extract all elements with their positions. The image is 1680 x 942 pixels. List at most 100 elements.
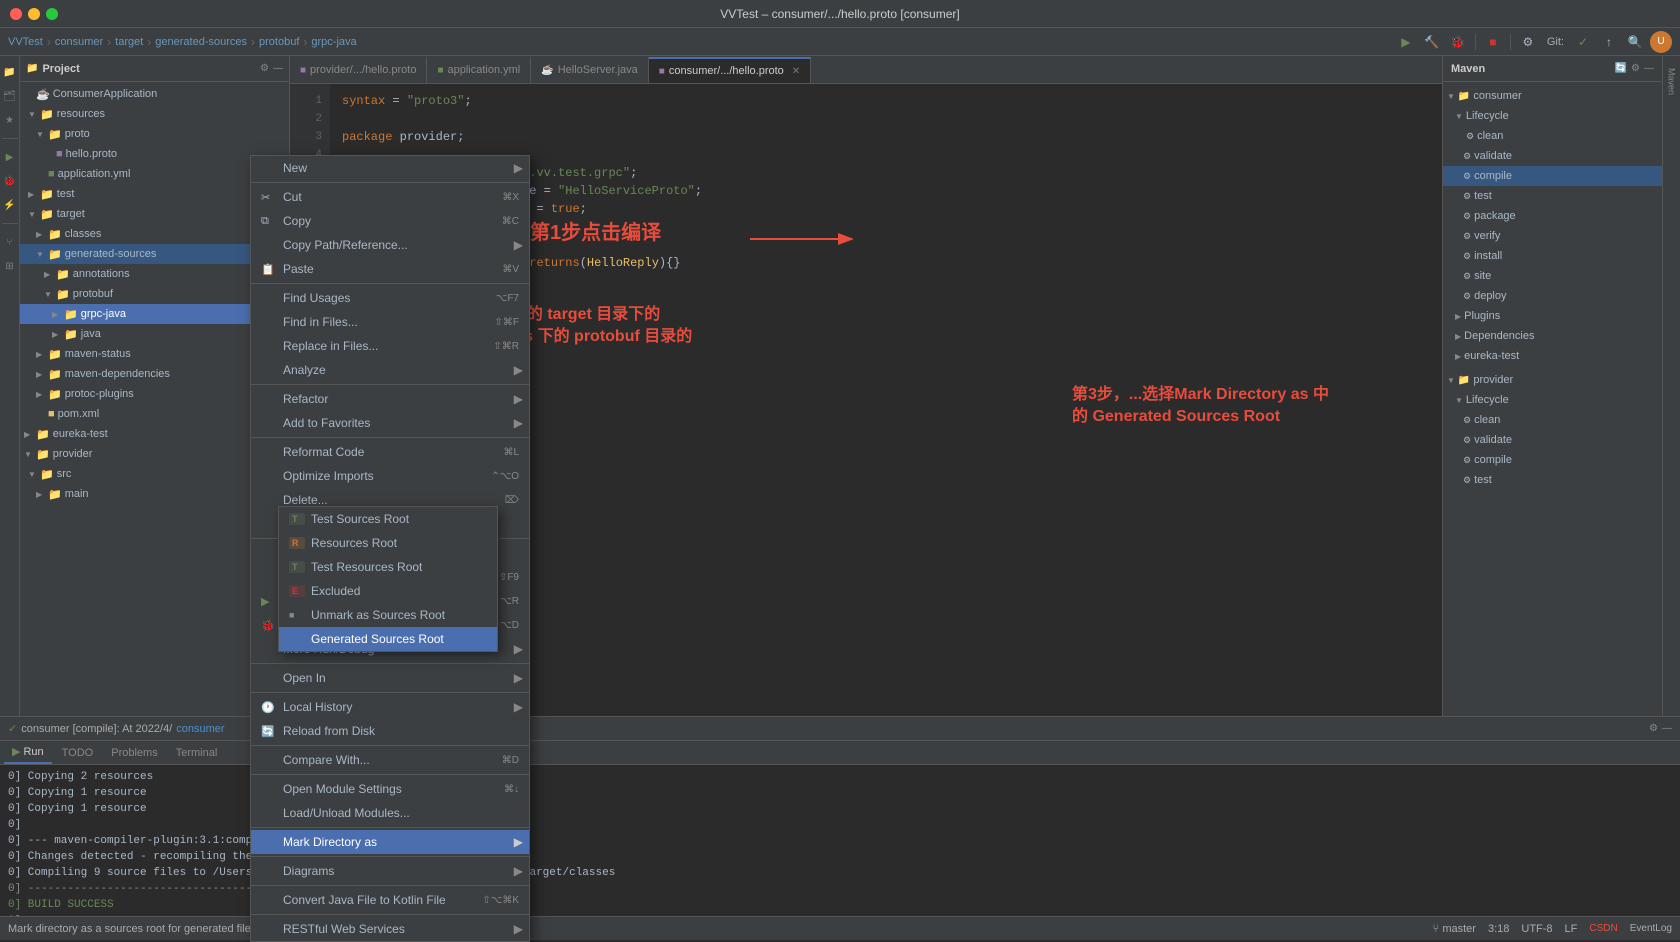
cm-item-optimize-imports[interactable]: Optimize Imports ⌃⌥O xyxy=(251,464,529,488)
maven-item-compile[interactable]: ⚙ compile xyxy=(1443,166,1662,186)
cm-item-compare[interactable]: Compare With... ⌘D xyxy=(251,748,529,772)
submenu-item-resources-root[interactable]: R Resources Root xyxy=(279,531,497,555)
user-icon[interactable]: U xyxy=(1650,31,1672,53)
event-log[interactable]: EventLog xyxy=(1630,923,1672,934)
maven-item-plugins[interactable]: ▶ Plugins xyxy=(1443,306,1662,326)
close-button[interactable] xyxy=(10,8,22,20)
maven-item-install[interactable]: ⚙ install xyxy=(1443,246,1662,266)
maven-item-lifecycle-consumer[interactable]: ▼ Lifecycle xyxy=(1443,106,1662,126)
maven-tab-label[interactable]: Maven xyxy=(1667,68,1677,95)
maven-item-validate[interactable]: ⚙ validate xyxy=(1443,146,1662,166)
cm-item-find-files[interactable]: Find in Files... ⇧⌘F xyxy=(251,310,529,334)
tree-item-generated-sources[interactable]: ▼ 📁 generated-sources xyxy=(20,244,289,264)
cm-item-refactor[interactable]: Refactor ▶ xyxy=(251,387,529,411)
tab-consumer-hello[interactable]: ■ consumer/.../hello.proto ✕ xyxy=(649,57,811,83)
cm-item-cut[interactable]: ✂ Cut ⌘X xyxy=(251,185,529,209)
maven-item-verify[interactable]: ⚙ verify xyxy=(1443,226,1662,246)
maven-item-prov-validate[interactable]: ⚙ validate xyxy=(1443,430,1662,450)
tree-item-proto[interactable]: ▼ 📁 proto xyxy=(20,124,289,144)
tree-item-pom-xml[interactable]: ■ pom.xml xyxy=(20,404,289,424)
tab-todo[interactable]: TODO xyxy=(54,742,102,764)
nav-grpc-java[interactable]: grpc-java xyxy=(311,36,356,48)
nav-generated-sources[interactable]: generated-sources xyxy=(155,36,247,48)
maven-item-clean[interactable]: ⚙ clean xyxy=(1443,126,1662,146)
tree-item-classes[interactable]: ▶ 📁 classes xyxy=(20,224,289,244)
tab-hello-server[interactable]: ☕ HelloServer.java xyxy=(531,57,649,83)
tree-item-app-yml[interactable]: ■ application.yml xyxy=(20,164,289,184)
cm-item-local-history[interactable]: 🕐 Local History ▶ xyxy=(251,695,529,719)
tree-item-test[interactable]: ▶ 📁 test xyxy=(20,184,289,204)
line-ending[interactable]: LF xyxy=(1565,923,1578,935)
maven-item-deploy[interactable]: ⚙ deploy xyxy=(1443,286,1662,306)
run-panel-settings[interactable]: ⚙ xyxy=(1649,723,1658,734)
tree-item-java[interactable]: ▶ 📁 java xyxy=(20,324,289,344)
structure-icon[interactable]: 🗂 xyxy=(2,88,18,104)
tree-item-target[interactable]: ▼ 📁 target xyxy=(20,204,289,224)
project-settings-icon[interactable]: ⚙ xyxy=(260,63,269,74)
tab-close-icon[interactable]: ✕ xyxy=(792,66,800,77)
minimize-button[interactable] xyxy=(28,8,40,20)
cm-item-new[interactable]: New ▶ xyxy=(251,156,529,180)
tree-item-maven-status[interactable]: ▶ 📁 maven-status xyxy=(20,344,289,364)
cm-item-convert-kotlin[interactable]: Convert Java File to Kotlin File ⇧⌥⌘K xyxy=(251,888,529,912)
tree-item-provider[interactable]: ▼ 📁 provider xyxy=(20,444,289,464)
tree-item-hello-proto[interactable]: ■ hello.proto xyxy=(20,144,289,164)
maven-item-package[interactable]: ⚙ package xyxy=(1443,206,1662,226)
maven-item-prov-test[interactable]: ⚙ test xyxy=(1443,470,1662,490)
maven-item-eureka-test[interactable]: ▶ eureka-test xyxy=(1443,346,1662,366)
maven-item-test[interactable]: ⚙ test xyxy=(1443,186,1662,206)
encoding[interactable]: UTF-8 xyxy=(1521,923,1552,935)
maven-item-provider[interactable]: ▼ 📁 provider xyxy=(1443,370,1662,390)
tree-item-annotations[interactable]: ▶ 📁 annotations xyxy=(20,264,289,284)
cm-item-copy-path[interactable]: Copy Path/Reference... ▶ xyxy=(251,233,529,257)
cm-item-analyze[interactable]: Analyze ▶ xyxy=(251,358,529,382)
submenu-item-unmark[interactable]: ■ Unmark as Sources Root xyxy=(279,603,497,627)
cm-item-paste[interactable]: 📋 Paste ⌘V xyxy=(251,257,529,281)
tab-application-yml[interactable]: ■ application.yml xyxy=(427,57,531,83)
cm-item-reload[interactable]: 🔄 Reload from Disk xyxy=(251,719,529,743)
cm-item-open-in[interactable]: Open In ▶ xyxy=(251,666,529,690)
nav-consumer[interactable]: consumer xyxy=(55,36,103,48)
maven-item-prov-compile[interactable]: ⚙ compile xyxy=(1443,450,1662,470)
cm-item-mark-directory[interactable]: Mark Directory as ▶ xyxy=(251,830,529,854)
cm-item-reformat[interactable]: Reformat Code ⌘L xyxy=(251,440,529,464)
cm-item-load-modules[interactable]: Load/Unload Modules... xyxy=(251,801,529,825)
submenu-item-generated-sources[interactable]: G Generated Sources Root xyxy=(279,627,497,651)
debug-icon[interactable]: 🐞 xyxy=(2,173,18,189)
git-status[interactable]: ⑂ master xyxy=(1433,923,1476,935)
maven-item-dependencies[interactable]: ▶ Dependencies xyxy=(1443,326,1662,346)
maven-minimize-icon[interactable]: — xyxy=(1644,63,1654,74)
submenu-item-excluded[interactable]: E Excluded xyxy=(279,579,497,603)
nav-target[interactable]: target xyxy=(115,36,143,48)
terminal-icon[interactable]: ⊞ xyxy=(2,258,18,274)
tree-item-grpc-java[interactable]: ▶ 📁 grpc-java xyxy=(20,304,289,324)
services-icon[interactable]: ⚡ xyxy=(2,197,18,213)
settings-button[interactable]: ⚙ xyxy=(1517,31,1539,53)
tab-terminal[interactable]: Terminal xyxy=(168,742,226,764)
build-button[interactable]: 🔨 xyxy=(1421,31,1443,53)
tab-run[interactable]: ▶ Run xyxy=(4,742,52,764)
favorites-icon[interactable]: ★ xyxy=(2,112,18,128)
project-collapse-icon[interactable]: — xyxy=(273,63,283,74)
stop-button[interactable]: ■ xyxy=(1482,31,1504,53)
cm-item-replace-files[interactable]: Replace in Files... ⇧⌘R xyxy=(251,334,529,358)
cm-item-favorites[interactable]: Add to Favorites ▶ xyxy=(251,411,529,435)
debug-button[interactable]: 🐞 xyxy=(1447,31,1469,53)
nav-protobuf[interactable]: protobuf xyxy=(259,36,299,48)
tree-item-maven-deps[interactable]: ▶ 📁 maven-dependencies xyxy=(20,364,289,384)
tree-item-protobuf[interactable]: ▼ 📁 protobuf xyxy=(20,284,289,304)
maven-refresh-icon[interactable]: 🔄 xyxy=(1615,63,1627,74)
push-button[interactable]: ↑ xyxy=(1598,31,1620,53)
cm-item-module-settings[interactable]: Open Module Settings ⌘↓ xyxy=(251,777,529,801)
maven-item-lifecycle-provider[interactable]: ▼ Lifecycle xyxy=(1443,390,1662,410)
commit-button[interactable]: ✓ xyxy=(1572,31,1594,53)
maven-item-prov-clean[interactable]: ⚙ clean xyxy=(1443,410,1662,430)
tree-item-main[interactable]: ▶ 📁 main xyxy=(20,484,289,504)
tree-item-eureka-test[interactable]: ▶ 📁 eureka-test xyxy=(20,424,289,444)
git-icon[interactable]: ⑂ xyxy=(2,234,18,250)
run-icon[interactable]: ▶ xyxy=(2,149,18,165)
submenu-item-test-resources[interactable]: T Test Resources Root xyxy=(279,555,497,579)
tree-item-resources[interactable]: ▼ 📁 resources xyxy=(20,104,289,124)
run-panel-minimize[interactable]: — xyxy=(1662,723,1672,734)
tree-item-protoc-plugins[interactable]: ▶ 📁 protoc-plugins xyxy=(20,384,289,404)
